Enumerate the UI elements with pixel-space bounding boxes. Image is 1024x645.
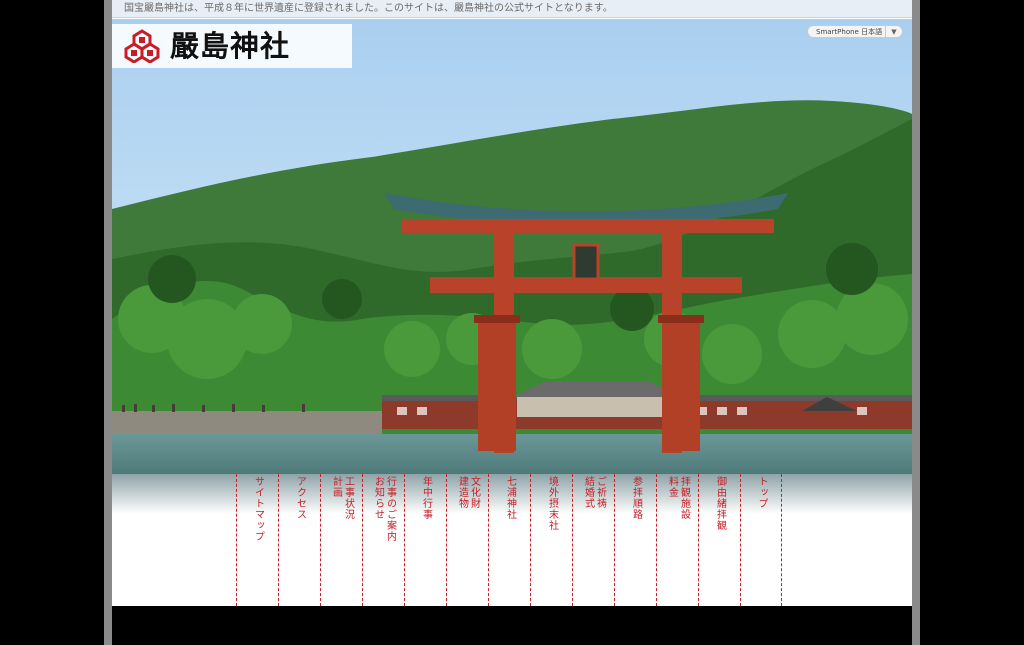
site-title: 嚴島神社	[170, 29, 291, 63]
nav-item-cultural-assets[interactable]: 文化財 建造物	[446, 474, 488, 606]
nav-item-history[interactable]: 御由緒拝観	[698, 474, 740, 606]
nav-item-label: ご祈祷 結婚式	[582, 476, 606, 509]
nav-item-label: 年中行事	[420, 476, 432, 520]
site-logo[interactable]: 嚴島神社	[112, 24, 352, 68]
nav-item-events-news[interactable]: 行事のご案内 お知らせ	[362, 474, 404, 606]
nav-item-nanaura-shrines[interactable]: 七浦神社	[488, 474, 530, 606]
nav-item-label: サイトマップ	[252, 476, 264, 542]
smartphone-switch-label: SmartPhone 日本語	[816, 28, 883, 36]
footer-bar	[112, 606, 912, 645]
nav-item-label: 工事状況 計画	[330, 476, 354, 520]
nav-item-sitemap[interactable]: サイトマップ	[236, 474, 278, 606]
smartphone-language-switch[interactable]: SmartPhone 日本語 ▼	[807, 25, 903, 38]
nav-item-label: 行事のご案内 お知らせ	[372, 476, 396, 542]
mitsu-mori-crest-icon	[124, 29, 160, 67]
chevron-down-icon[interactable]: ▼	[885, 26, 902, 37]
main-navigation: サイトマップ アクセス 工事状況 計画 行事のご案内 お知らせ 年中行事 文化財…	[236, 474, 788, 606]
page: 国宝嚴島神社は、平成８年に世界遺産に登録されました。このサイトは、嚴島神社の公式…	[112, 0, 912, 645]
nav-item-visit-route[interactable]: 参拝順路	[614, 474, 656, 606]
nav-item-prayer-wedding[interactable]: ご祈祷 結婚式	[572, 474, 614, 606]
nav-item-label: 文化財 建造物	[456, 476, 480, 509]
world-heritage-notice: 国宝嚴島神社は、平成８年に世界遺産に登録されました。このサイトは、嚴島神社の公式…	[112, 0, 912, 18]
hero-image	[112, 19, 912, 474]
nav-item-access[interactable]: アクセス	[278, 474, 320, 606]
nav-item-label: アクセス	[294, 476, 306, 520]
nav-item-label: トップ	[756, 476, 767, 509]
nav-item-label: 御由緒拝観	[714, 476, 726, 531]
nav-item-facilities-fees[interactable]: 拝観施設 料金	[656, 474, 698, 606]
nav-item-top[interactable]: トップ	[740, 474, 782, 606]
nav-item-outer-shrines[interactable]: 境外摂末社	[530, 474, 572, 606]
nav-item-label: 七浦神社	[504, 476, 516, 520]
nav-item-construction[interactable]: 工事状況 計画	[320, 474, 362, 606]
nav-item-label: 拝観施設 料金	[666, 476, 690, 520]
nav-item-annual-events[interactable]: 年中行事	[404, 474, 446, 606]
torii-scene	[112, 19, 912, 474]
nav-item-label: 参拝順路	[630, 476, 642, 520]
nav-item-label: 境外摂末社	[546, 476, 558, 531]
